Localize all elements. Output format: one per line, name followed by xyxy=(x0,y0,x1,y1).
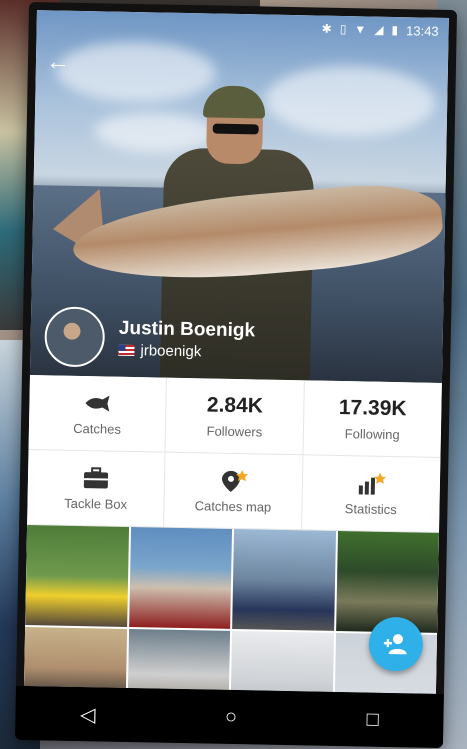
arrow-left-icon[interactable]: ← xyxy=(46,48,77,79)
app-screen: ✱ ▯ ▼ ◢ ▮ 13:43 ← Justin Boenigk jrboeni… xyxy=(23,10,449,694)
nav-recents-button[interactable]: □ xyxy=(366,708,379,731)
vibrate-icon: ▯ xyxy=(339,21,347,37)
battery-icon: ▮ xyxy=(391,22,399,38)
catch-photo[interactable] xyxy=(232,528,336,631)
tackle-box-tile[interactable]: Tackle Box xyxy=(27,450,166,528)
wifi-icon: ▼ xyxy=(354,22,367,37)
catches-map-tile[interactable]: Catches map xyxy=(164,452,304,531)
android-nav-bar: ◁ ○ □ xyxy=(14,685,444,749)
bar-chart-icon xyxy=(359,472,387,495)
tackle-box-label: Tackle Box xyxy=(64,495,128,512)
profile-header: Justin Boenigk jrboenigk xyxy=(44,306,255,370)
status-time: 13:43 xyxy=(405,22,439,39)
catch-photo[interactable] xyxy=(230,630,334,694)
catches-label: Catches xyxy=(73,420,122,437)
followers-label: Followers xyxy=(206,422,263,440)
profile-username-row: jrboenigk xyxy=(118,341,254,361)
add-person-icon xyxy=(383,634,407,655)
catches-tile[interactable]: Catches xyxy=(28,375,168,453)
signal-icon: ◢ xyxy=(374,22,384,37)
profile-name: Justin Boenigk xyxy=(118,317,256,341)
nav-back-button[interactable]: ◁ xyxy=(80,702,96,727)
us-flag-icon xyxy=(118,344,135,356)
following-label: Following xyxy=(344,425,400,442)
phone-frame: ✱ ▯ ▼ ◢ ▮ 13:43 ← Justin Boenigk jrboeni… xyxy=(14,1,458,749)
nav-home-button[interactable]: ○ xyxy=(225,705,238,728)
profile-stats-grid: Catches 2.84K Followers 17.39K Following… xyxy=(27,375,442,533)
fish-icon xyxy=(85,395,110,412)
profile-username: jrboenigk xyxy=(140,341,202,360)
catch-photo[interactable] xyxy=(25,525,129,627)
catch-photo[interactable] xyxy=(23,626,127,694)
bluetooth-icon: ✱ xyxy=(321,21,332,36)
following-count: 17.39K xyxy=(338,395,407,420)
followers-count: 2.84K xyxy=(206,392,264,418)
map-pin-icon xyxy=(222,469,249,492)
followers-tile[interactable]: 2.84K Followers xyxy=(165,377,305,456)
catch-photo[interactable] xyxy=(128,527,233,629)
catches-photo-grid xyxy=(23,525,440,694)
avatar[interactable] xyxy=(44,306,106,368)
catches-map-label: Catches map xyxy=(194,497,272,515)
statistics-tile[interactable]: Statistics xyxy=(301,455,441,533)
catch-photo[interactable] xyxy=(126,628,231,694)
statistics-label: Statistics xyxy=(344,500,397,517)
following-tile[interactable]: 17.39K Following xyxy=(303,380,442,458)
tackle-box-icon xyxy=(84,466,109,489)
